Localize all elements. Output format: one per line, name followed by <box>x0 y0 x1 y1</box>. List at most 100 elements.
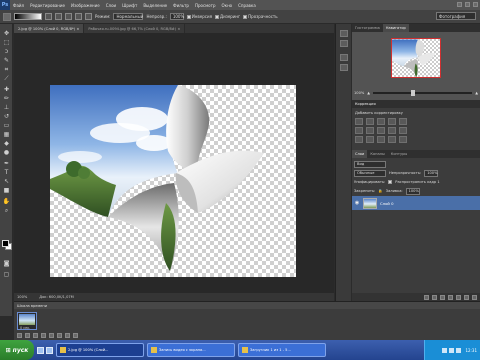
transparency-checkbox[interactable]: Прозрачность <box>243 14 278 19</box>
move-tool-icon[interactable]: ✥ <box>2 30 11 37</box>
clone-stamp-tool-icon[interactable]: ⊥ <box>2 104 11 111</box>
levels-icon[interactable] <box>366 118 374 125</box>
blur-tool-icon[interactable]: ◆ <box>2 140 11 147</box>
taskbar-recorder-button[interactable]: Запись видео с экрана... <box>147 343 235 357</box>
prev-frame-button[interactable] <box>33 333 38 338</box>
checkbox-box[interactable] <box>243 14 248 19</box>
dodge-tool-icon[interactable]: ● <box>2 149 11 156</box>
reflected-gradient-button[interactable] <box>75 13 82 20</box>
gradient-tool-icon[interactable]: ▦ <box>2 131 11 138</box>
layer-mask-icon[interactable] <box>440 294 445 300</box>
channel-mixer-icon[interactable] <box>399 127 407 134</box>
actions-panel-icon[interactable] <box>340 40 348 47</box>
pen-tool-icon[interactable]: ✒ <box>2 160 11 167</box>
lock-icon[interactable]: 🔒 <box>378 189 382 193</box>
frame-time[interactable]: 0 сек. <box>20 326 30 330</box>
maximize-button[interactable] <box>465 2 470 7</box>
path-select-tool-icon[interactable]: ↖ <box>2 178 11 185</box>
tab-channels[interactable]: Каналы <box>367 150 387 158</box>
zoom-slider-knob[interactable] <box>410 90 415 96</box>
lasso-tool-icon[interactable]: ↄ <box>2 48 11 55</box>
black-white-icon[interactable] <box>377 127 385 134</box>
layer-name[interactable]: Слой 0 <box>380 201 394 206</box>
group-icon[interactable] <box>456 294 461 300</box>
checkbox-box[interactable] <box>214 14 219 19</box>
invert-icon[interactable] <box>355 136 363 143</box>
menu-filter[interactable]: Фильтр <box>170 3 192 8</box>
selective-color-icon[interactable] <box>399 136 407 143</box>
layer-row[interactable]: ◉ Слой 0 <box>352 196 480 210</box>
angle-gradient-button[interactable] <box>65 13 72 20</box>
mode-select[interactable]: Нормальный <box>113 13 144 20</box>
marquee-tool-icon[interactable]: ⬚ <box>2 39 11 46</box>
new-layer-icon[interactable] <box>464 294 469 300</box>
radial-gradient-button[interactable] <box>55 13 62 20</box>
posterize-icon[interactable] <box>366 136 374 143</box>
type-tool-icon[interactable]: T <box>2 169 11 176</box>
diamond-gradient-button[interactable] <box>85 13 92 20</box>
show-desktop-icon[interactable] <box>37 346 44 354</box>
loop-select-button[interactable] <box>17 333 22 338</box>
document-canvas[interactable] <box>50 85 296 277</box>
menu-window[interactable]: Окно <box>219 3 236 8</box>
menu-view[interactable]: Просмотр <box>192 3 219 8</box>
quick-select-tool-icon[interactable]: ✎ <box>2 57 11 64</box>
gradient-map-icon[interactable] <box>388 136 396 143</box>
menu-help[interactable]: Справка <box>235 3 259 8</box>
history-brush-tool-icon[interactable]: ↺ <box>2 113 11 120</box>
hand-tool-icon[interactable]: ✋ <box>2 198 11 205</box>
curves-icon[interactable] <box>377 118 385 125</box>
zoom-in-icon[interactable]: ▲ <box>475 91 478 95</box>
layer-kind-select[interactable]: Вид <box>354 160 386 168</box>
paragraph-panel-icon[interactable] <box>340 64 348 71</box>
blend-mode-select[interactable]: Обычные <box>354 169 386 177</box>
clock[interactable]: 12:31 <box>465 348 477 353</box>
fill-field[interactable]: 100% <box>405 187 420 195</box>
zoom-slider[interactable] <box>373 90 473 96</box>
adjustments-header[interactable]: Коррекция <box>352 100 480 108</box>
vibrance-icon[interactable] <box>399 118 407 125</box>
menu-type[interactable]: Шрифт <box>119 3 140 8</box>
exposure-icon[interactable] <box>388 118 396 125</box>
linear-gradient-button[interactable] <box>45 13 52 20</box>
history-panel-icon[interactable] <box>340 30 348 37</box>
document-tab-active[interactable]: 2.jpg @ 100% (Слой 0, RGB/8*) × <box>14 24 85 33</box>
checkbox-box[interactable] <box>186 14 191 19</box>
next-frame-button[interactable] <box>49 333 54 338</box>
minimize-button[interactable] <box>457 2 462 7</box>
dither-checkbox[interactable]: Дизеринг <box>214 14 240 19</box>
tab-histogram[interactable]: Гистограмма <box>352 24 383 32</box>
tab-layers[interactable]: Слои <box>352 150 368 158</box>
menu-image[interactable]: Изображение <box>68 3 103 8</box>
tween-button[interactable] <box>57 333 62 338</box>
menu-layers[interactable]: Слои <box>103 3 119 8</box>
screen-mode-icon[interactable]: ▢ <box>2 271 11 278</box>
menu-edit[interactable]: Редактирование <box>27 3 68 8</box>
propagate-checkbox[interactable] <box>388 180 393 184</box>
quick-mask-icon[interactable]: ◙ <box>2 260 11 267</box>
gradient-picker[interactable] <box>14 13 42 20</box>
eraser-tool-icon[interactable]: ▭ <box>2 122 11 129</box>
menu-select[interactable]: Выделение <box>140 3 170 8</box>
crop-tool-icon[interactable]: ⌗ <box>2 66 11 73</box>
eyedropper-tool-icon[interactable]: ⟋ <box>2 75 11 82</box>
zoom-out-icon[interactable]: ▲ <box>367 91 370 95</box>
taskbar-photoshop-button[interactable]: 2.jpg @ 100% (Слой... <box>56 343 144 357</box>
layer-opacity-field[interactable]: 100% <box>424 169 439 177</box>
healing-tool-icon[interactable]: ✚ <box>2 86 11 93</box>
status-zoom[interactable]: 100% <box>17 295 27 299</box>
timeline-frame[interactable]: 0 сек. <box>17 312 37 330</box>
eye-icon[interactable]: ◉ <box>354 200 360 206</box>
character-panel-icon[interactable] <box>340 54 348 61</box>
start-button[interactable]: ⊞ пуск <box>0 340 34 360</box>
foreground-color-swatch[interactable] <box>2 240 9 247</box>
volume-icon[interactable] <box>449 347 455 353</box>
layer-style-icon[interactable] <box>432 294 437 300</box>
network-icon[interactable] <box>456 347 462 353</box>
adjustment-layer-icon[interactable] <box>448 294 453 300</box>
photo-filter-icon[interactable] <box>388 127 396 134</box>
hue-saturation-icon[interactable] <box>355 127 363 134</box>
workspace-select[interactable]: Фотография <box>436 12 476 20</box>
brightness-icon[interactable] <box>355 118 363 125</box>
canvas-area[interactable] <box>14 33 334 293</box>
